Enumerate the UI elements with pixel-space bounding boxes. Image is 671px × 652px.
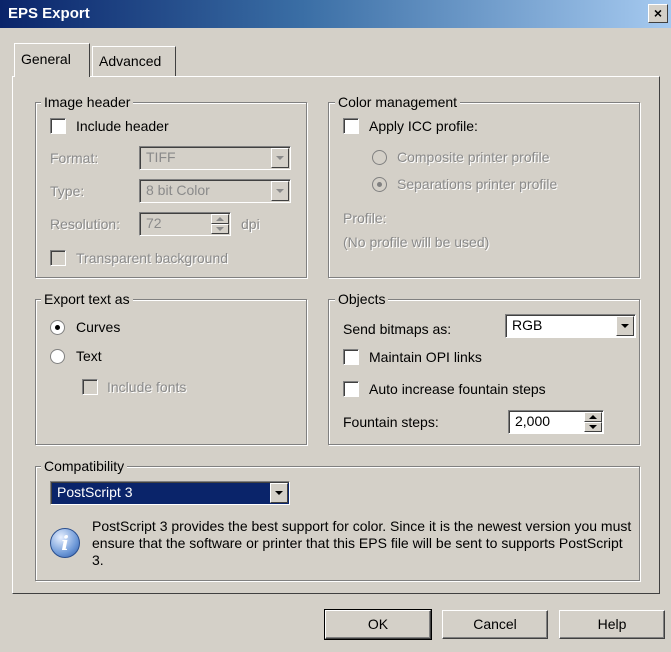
compatibility-select[interactable]: PostScript 3 bbox=[50, 481, 290, 505]
text-radio[interactable] bbox=[50, 349, 65, 364]
composite-printer-radio[interactable] bbox=[372, 150, 387, 165]
curves-radio[interactable] bbox=[50, 320, 65, 335]
color-management-legend: Color management bbox=[335, 94, 461, 110]
info-icon-glyph: i bbox=[61, 531, 69, 555]
close-button[interactable]: × bbox=[648, 4, 668, 23]
resolution-value: 72 bbox=[146, 215, 162, 231]
send-bitmaps-value: RGB bbox=[512, 317, 543, 333]
profile-label: Profile: bbox=[343, 210, 387, 226]
ok-button[interactable]: OK bbox=[324, 609, 432, 640]
separations-printer-radio[interactable] bbox=[372, 177, 387, 192]
tab-general-label: General bbox=[21, 51, 71, 67]
chevron-down-icon bbox=[270, 483, 288, 503]
fountain-steps-spinner[interactable]: 2,000 bbox=[508, 410, 604, 434]
resolution-spinner[interactable]: 72 bbox=[139, 212, 231, 236]
info-icon: i bbox=[50, 528, 80, 558]
auto-increase-label: Auto increase fountain steps bbox=[369, 381, 546, 397]
compatibility-legend: Compatibility bbox=[41, 458, 128, 474]
help-label: Help bbox=[597, 616, 627, 632]
tab-advanced[interactable]: Advanced bbox=[92, 46, 176, 76]
resolution-unit: dpi bbox=[241, 216, 260, 232]
separations-printer-label: Separations printer profile bbox=[397, 176, 558, 192]
resolution-label: Resolution: bbox=[50, 216, 121, 232]
cancel-button[interactable]: Cancel bbox=[442, 610, 548, 639]
composite-printer-label: Composite printer profile bbox=[397, 149, 550, 165]
curves-label: Curves bbox=[76, 319, 121, 335]
spin-down-icon[interactable] bbox=[584, 422, 602, 432]
format-select[interactable]: TIFF bbox=[139, 146, 291, 170]
send-bitmaps-label: Send bitmaps as: bbox=[343, 321, 452, 337]
fountain-steps-label: Fountain steps: bbox=[343, 414, 439, 430]
apply-icc-label: Apply ICC profile: bbox=[369, 118, 478, 134]
export-text-legend: Export text as bbox=[41, 291, 133, 307]
spin-up-icon[interactable] bbox=[584, 412, 602, 422]
ok-label: OK bbox=[367, 616, 389, 632]
text-label: Text bbox=[76, 348, 102, 364]
format-label: Format: bbox=[50, 150, 99, 166]
type-value: 8 bit Color bbox=[146, 182, 210, 198]
tab-general[interactable]: General bbox=[14, 43, 90, 77]
chevron-down-icon bbox=[616, 316, 634, 336]
help-button[interactable]: Help bbox=[559, 610, 665, 639]
include-header-checkbox[interactable] bbox=[50, 118, 66, 134]
auto-increase-checkbox[interactable] bbox=[343, 381, 359, 397]
transparent-background-checkbox[interactable] bbox=[50, 250, 66, 266]
close-icon: × bbox=[653, 5, 663, 21]
title-bar[interactable]: EPS Export × bbox=[0, 0, 671, 28]
compatibility-value: PostScript 3 bbox=[57, 484, 133, 500]
include-header-label: Include header bbox=[76, 118, 169, 134]
objects-legend: Objects bbox=[335, 291, 389, 307]
window-title: EPS Export bbox=[8, 5, 90, 22]
include-fonts-checkbox[interactable] bbox=[82, 379, 98, 395]
send-bitmaps-select[interactable]: RGB bbox=[505, 314, 636, 338]
spin-up-icon[interactable] bbox=[211, 214, 229, 224]
include-fonts-label: Include fonts bbox=[107, 379, 187, 395]
image-header-legend: Image header bbox=[41, 94, 134, 110]
format-value: TIFF bbox=[146, 149, 176, 165]
transparent-background-label: Transparent background bbox=[76, 250, 229, 266]
maintain-opi-label: Maintain OPI links bbox=[369, 349, 482, 365]
spin-down-icon[interactable] bbox=[211, 224, 229, 234]
compatibility-info-text: PostScript 3 provides the best support f… bbox=[92, 518, 632, 568]
type-select[interactable]: 8 bit Color bbox=[139, 179, 291, 203]
cancel-label: Cancel bbox=[473, 616, 517, 632]
type-label: Type: bbox=[50, 183, 85, 199]
fountain-steps-value: 2,000 bbox=[515, 413, 551, 429]
maintain-opi-checkbox[interactable] bbox=[343, 349, 359, 365]
chevron-down-icon bbox=[271, 181, 289, 201]
apply-icc-checkbox[interactable] bbox=[343, 118, 359, 134]
chevron-down-icon bbox=[271, 148, 289, 168]
tab-advanced-label: Advanced bbox=[99, 53, 162, 69]
profile-value: (No profile will be used) bbox=[343, 234, 490, 250]
